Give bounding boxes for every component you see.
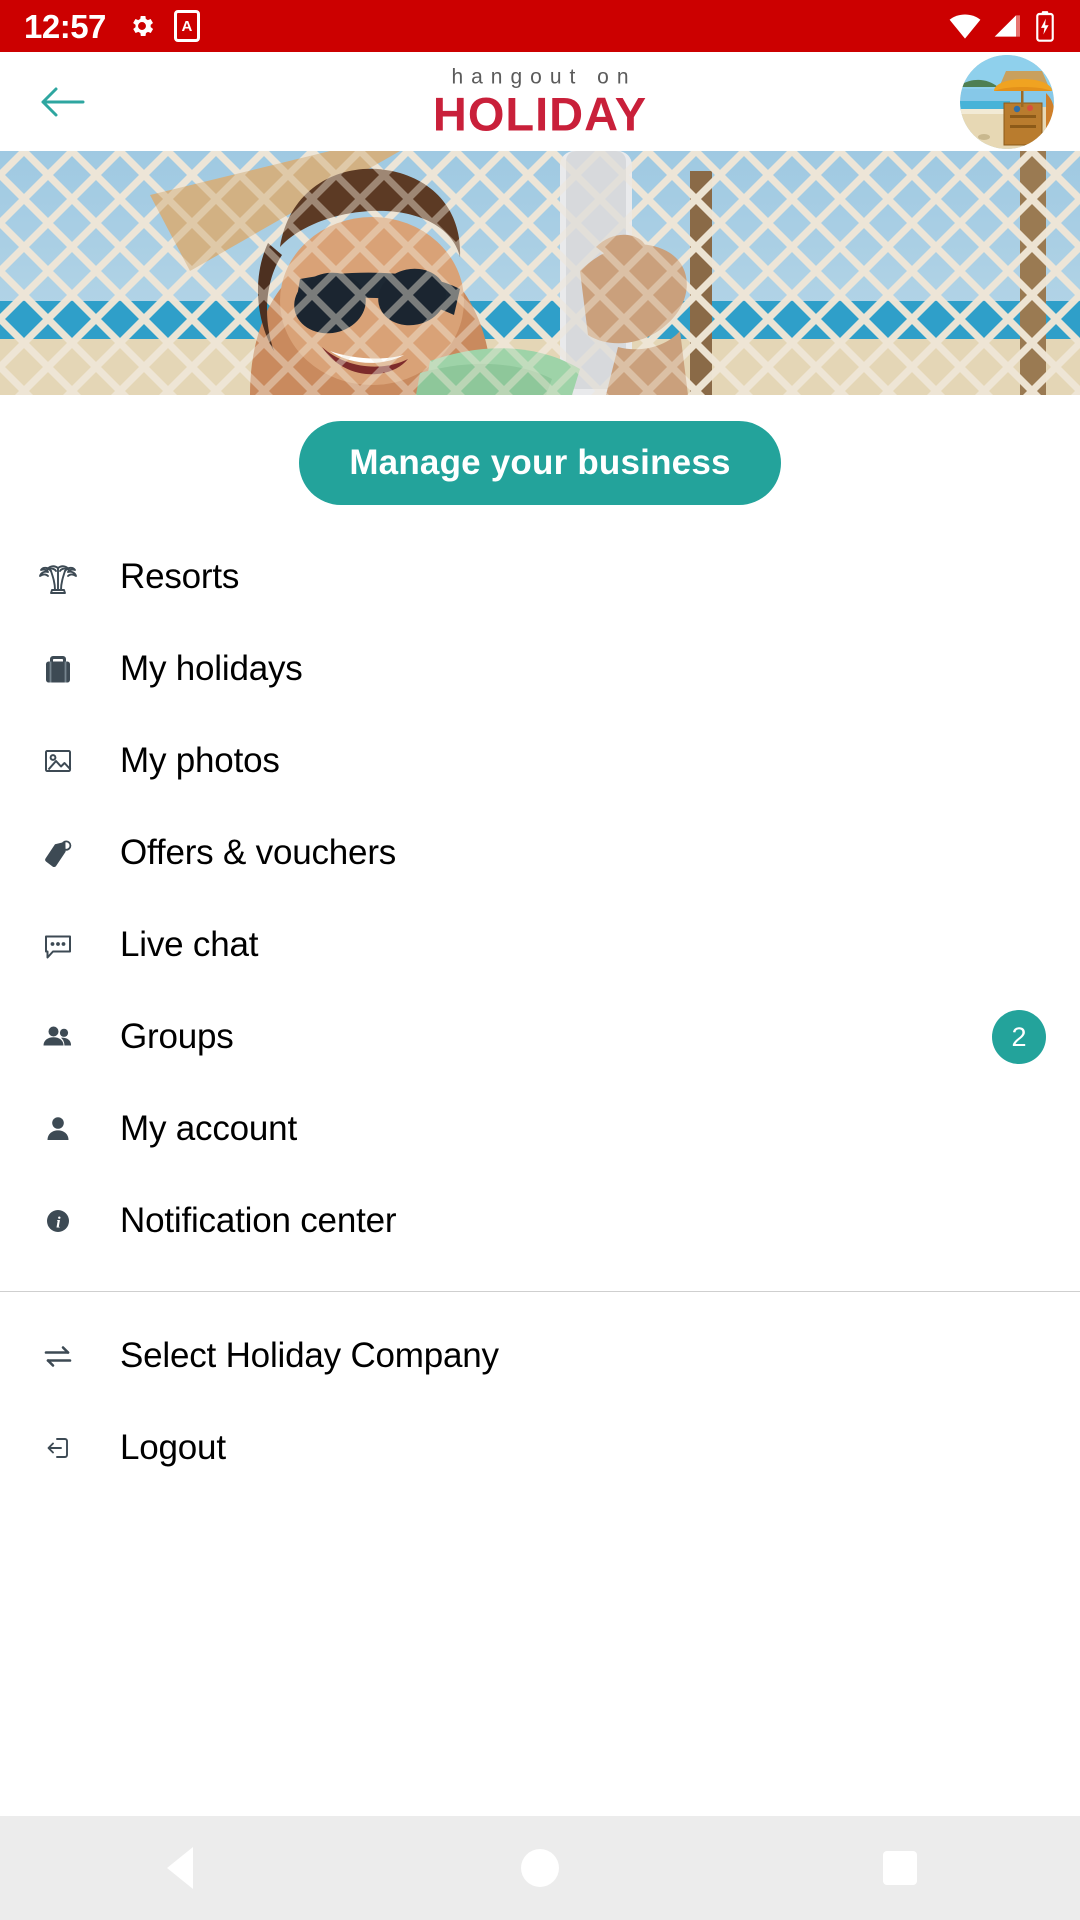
status-clock: 12:57 xyxy=(24,7,106,45)
status-right-icon-group xyxy=(948,10,1056,42)
palm-tree-icon xyxy=(34,553,82,601)
avatar-image xyxy=(960,54,1054,149)
svg-text:i: i xyxy=(56,1214,61,1231)
menu-label: Groups xyxy=(120,1017,234,1056)
hero-image xyxy=(0,151,1080,395)
menu-item-my-photos[interactable]: My photos xyxy=(0,715,1080,807)
recents-square-icon xyxy=(883,1851,917,1885)
gear-icon xyxy=(128,12,156,40)
logout-icon xyxy=(34,1424,82,1472)
hero-banner xyxy=(0,151,1080,395)
menu-item-groups[interactable]: Groups 2 xyxy=(0,991,1080,1083)
tag-icon xyxy=(34,829,82,877)
cta-container: Manage your business xyxy=(0,395,1080,505)
system-navigation-bar xyxy=(0,1816,1080,1920)
menu-label: My account xyxy=(120,1109,297,1148)
brand-logo: hangout on HOLIDAY xyxy=(0,65,1080,138)
people-icon xyxy=(34,1013,82,1061)
menu-item-resorts[interactable]: Resorts xyxy=(0,531,1080,623)
groups-badge: 2 xyxy=(992,1010,1046,1064)
menu-label: My holidays xyxy=(120,649,303,688)
nav-recents-button[interactable] xyxy=(720,1816,1080,1920)
cellular-signal-icon xyxy=(992,12,1024,40)
back-arrow-icon xyxy=(41,87,85,116)
app-badge-icon: A xyxy=(173,10,200,42)
menu-label: Notification center xyxy=(120,1201,397,1240)
swap-arrows-icon xyxy=(34,1332,82,1380)
back-triangle-icon xyxy=(167,1847,193,1889)
menu-item-select-holiday-company[interactable]: Select Holiday Company xyxy=(0,1310,1080,1402)
battery-charging-icon xyxy=(1034,10,1056,42)
info-icon: i xyxy=(34,1197,82,1245)
chat-bubble-icon xyxy=(34,921,82,969)
menu-label: Select Holiday Company xyxy=(120,1336,499,1375)
menu-item-offers-vouchers[interactable]: Offers & vouchers xyxy=(0,807,1080,899)
menu-item-notification-center[interactable]: i Notification center xyxy=(0,1175,1080,1267)
menu-item-live-chat[interactable]: Live chat xyxy=(0,899,1080,991)
home-circle-icon xyxy=(521,1849,559,1887)
menu-label: My photos xyxy=(120,741,280,780)
status-left-icon-group: A xyxy=(128,10,200,42)
menu-label: Offers & vouchers xyxy=(120,833,397,872)
app-header: hangout on HOLIDAY xyxy=(0,52,1080,151)
menu-divider xyxy=(0,1291,1080,1292)
status-bar: 12:57 A xyxy=(0,0,1080,52)
menu-item-logout[interactable]: Logout xyxy=(0,1402,1080,1494)
person-icon xyxy=(34,1105,82,1153)
photo-icon xyxy=(34,737,82,785)
brand-title: HOLIDAY xyxy=(432,86,648,140)
avatar[interactable] xyxy=(960,54,1054,149)
nav-back-button[interactable] xyxy=(0,1816,360,1920)
nav-home-button[interactable] xyxy=(360,1816,720,1920)
menu-label: Resorts xyxy=(120,557,240,596)
brand-subtitle: hangout on xyxy=(451,64,637,88)
menu-item-my-account[interactable]: My account xyxy=(0,1083,1080,1175)
menu-item-my-holidays[interactable]: My holidays xyxy=(0,623,1080,715)
menu-label: Live chat xyxy=(120,925,259,964)
main-menu: Resorts My holidays My photos Offers & v… xyxy=(0,531,1080,1494)
manage-business-button[interactable]: Manage your business xyxy=(299,421,781,505)
back-button[interactable] xyxy=(26,66,98,138)
wifi-icon xyxy=(948,12,982,40)
menu-label: Logout xyxy=(120,1428,226,1467)
suitcase-icon xyxy=(34,645,82,693)
